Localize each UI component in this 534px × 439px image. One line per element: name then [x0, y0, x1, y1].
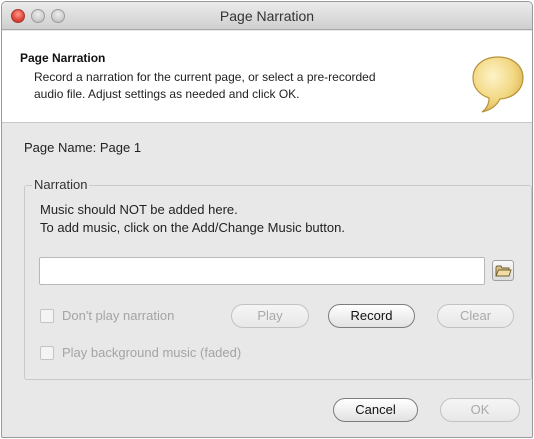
clear-button[interactable]: Clear — [437, 304, 514, 328]
title-bar[interactable]: Page Narration — [2, 2, 532, 30]
cancel-button[interactable]: Cancel — [333, 398, 418, 422]
page-name-label: Page Name: Page 1 — [24, 140, 142, 155]
play-button[interactable]: Play — [231, 304, 309, 328]
browse-audio-file-button[interactable] — [492, 260, 514, 281]
dont-play-narration-label: Don't play narration — [62, 308, 175, 323]
play-background-music-label: Play background music (faded) — [62, 345, 242, 360]
music-note-line-1: Music should NOT be added here. — [40, 202, 238, 217]
page-narration-dialog: Page Narration Page Narration Record a n… — [1, 1, 533, 438]
speech-bubble-icon — [472, 56, 524, 113]
music-note-line-2: To add music, click on the Add/Change Mu… — [40, 220, 345, 235]
dialog-header: Page Narration Record a narration for th… — [2, 31, 532, 123]
header-description: Record a narration for the current page,… — [34, 69, 464, 103]
ok-button[interactable]: OK — [440, 398, 520, 422]
play-background-music-option[interactable]: Play background music (faded) — [40, 345, 241, 360]
narration-group-legend: Narration — [32, 177, 90, 192]
header-title: Page Narration — [20, 51, 106, 65]
dont-play-narration-option[interactable]: Don't play narration — [40, 308, 174, 323]
header-description-line-1: Record a narration for the current page,… — [34, 70, 376, 84]
music-note: Music should NOT be added here. To add m… — [40, 201, 345, 237]
audio-file-field[interactable] — [39, 257, 485, 285]
record-button[interactable]: Record — [328, 304, 415, 328]
window-title: Page Narration — [219, 8, 315, 24]
play-background-music-checkbox[interactable] — [40, 345, 54, 360]
open-folder-icon — [495, 265, 512, 277]
dont-play-narration-checkbox[interactable] — [40, 308, 54, 323]
header-description-line-2: audio file. Adjust settings as needed an… — [34, 87, 300, 101]
